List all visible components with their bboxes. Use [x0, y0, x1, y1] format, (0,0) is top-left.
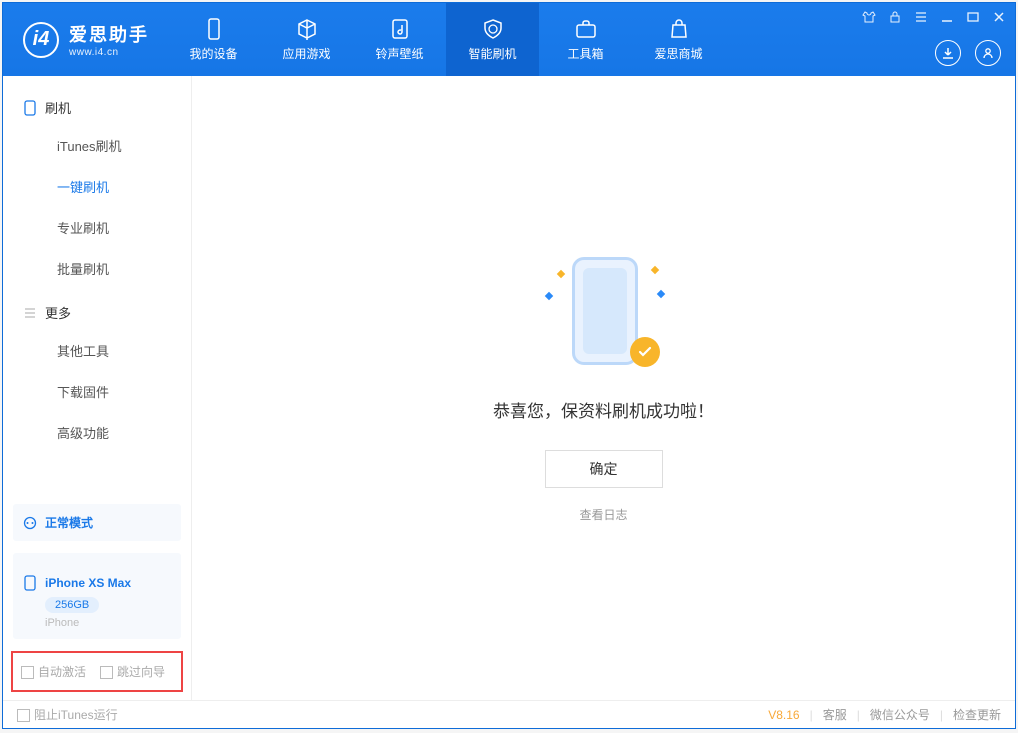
device-mode: 正常模式: [23, 514, 171, 531]
separator: |: [810, 708, 813, 722]
user-button[interactable]: [975, 40, 1001, 66]
device-name: iPhone XS Max: [45, 576, 131, 590]
group-title: 更多: [45, 303, 71, 322]
device-type: iPhone: [45, 617, 171, 629]
device-name-row: iPhone XS Max: [23, 575, 171, 591]
device-capacity: 256GB: [45, 597, 99, 613]
list-icon: [23, 306, 37, 320]
tab-store[interactable]: 爱思商城: [632, 3, 725, 76]
sparkle-icon: [544, 292, 552, 300]
tshirt-icon[interactable]: [861, 9, 877, 25]
checkbox-icon: [17, 709, 30, 722]
wechat-link[interactable]: 微信公众号: [870, 706, 930, 723]
top-tabs: 我的设备 应用游戏 铃声壁纸 智能刷机 工具箱 爱思商城: [167, 3, 725, 76]
logo-icon: i4: [23, 22, 59, 58]
tab-apps-games[interactable]: 应用游戏: [260, 3, 353, 76]
opt-label: 跳过向导: [117, 665, 165, 679]
device-mode-card[interactable]: 正常模式: [13, 504, 181, 541]
sync-icon: [23, 516, 37, 530]
phone-icon: [202, 17, 226, 41]
main-content: 恭喜您，保资料刷机成功啦！ 确定 查看日志: [192, 76, 1015, 700]
check-update-link[interactable]: 检查更新: [953, 706, 1001, 723]
tab-ringtone-wallpaper[interactable]: 铃声壁纸: [353, 3, 446, 76]
separator: |: [857, 708, 860, 722]
group-title: 刷机: [45, 98, 71, 117]
sparkle-icon: [656, 290, 664, 298]
tab-smart-flash[interactable]: 智能刷机: [446, 3, 539, 76]
app-window: i4 爱思助手 www.i4.cn 我的设备 应用游戏 铃声壁纸 智能刷机: [2, 2, 1016, 729]
sidebar-item-onekey-flash[interactable]: 一键刷机: [3, 166, 191, 207]
sidebar-item-advanced[interactable]: 高级功能: [3, 412, 191, 453]
tab-label: 工具箱: [567, 45, 603, 62]
tab-label: 爱思商城: [654, 45, 702, 62]
app-url: www.i4.cn: [69, 47, 149, 58]
status-bar: 阻止iTunes运行 V8.16 | 客服 | 微信公众号 | 检查更新: [3, 700, 1015, 728]
opt-label: 自动激活: [38, 665, 86, 679]
sidebar-item-download-firmware[interactable]: 下载固件: [3, 371, 191, 412]
sparkle-icon: [650, 266, 658, 274]
sidebar: 刷机 iTunes刷机 一键刷机 专业刷机 批量刷机 更多 其他工具 下载固件 …: [3, 76, 192, 700]
success-illustration: [544, 253, 664, 373]
music-file-icon: [388, 17, 412, 41]
version-label: V8.16: [768, 708, 799, 722]
sidebar-item-batch-flash[interactable]: 批量刷机: [3, 248, 191, 289]
mode-label: 正常模式: [45, 514, 93, 531]
header: i4 爱思助手 www.i4.cn 我的设备 应用游戏 铃声壁纸 智能刷机: [3, 3, 1015, 76]
body: 刷机 iTunes刷机 一键刷机 专业刷机 批量刷机 更多 其他工具 下载固件 …: [3, 76, 1015, 700]
bag-icon: [667, 17, 691, 41]
sidebar-group-flash: 刷机: [3, 84, 191, 125]
close-icon[interactable]: [991, 9, 1007, 25]
status-right: V8.16 | 客服 | 微信公众号 | 检查更新: [768, 706, 1001, 723]
skip-guide-checkbox[interactable]: 跳过向导: [100, 663, 165, 680]
phone-small-icon: [23, 575, 37, 591]
checkbox-icon: [21, 666, 34, 679]
bottom-options-highlight: 自动激活 跳过向导: [11, 651, 183, 692]
support-link[interactable]: 客服: [823, 706, 847, 723]
cube-icon: [295, 17, 319, 41]
logo-block: i4 爱思助手 www.i4.cn: [3, 3, 167, 76]
ok-button[interactable]: 确定: [545, 450, 663, 488]
block-itunes-checkbox[interactable]: 阻止iTunes运行: [17, 706, 118, 723]
success-message: 恭喜您，保资料刷机成功啦！: [493, 397, 714, 422]
maximize-icon[interactable]: [965, 9, 981, 25]
check-badge-icon: [630, 337, 660, 367]
tab-my-device[interactable]: 我的设备: [167, 3, 260, 76]
sidebar-item-pro-flash[interactable]: 专业刷机: [3, 207, 191, 248]
sidebar-scroll: 刷机 iTunes刷机 一键刷机 专业刷机 批量刷机 更多 其他工具 下载固件 …: [3, 76, 191, 498]
minimize-icon[interactable]: [939, 9, 955, 25]
toolbox-icon: [574, 17, 598, 41]
separator: |: [940, 708, 943, 722]
download-button[interactable]: [935, 40, 961, 66]
lock-icon[interactable]: [887, 9, 903, 25]
tab-label: 智能刷机: [468, 45, 516, 62]
tab-label: 我的设备: [189, 45, 237, 62]
device-info-card[interactable]: iPhone XS Max 256GB iPhone: [13, 553, 181, 639]
tab-toolbox[interactable]: 工具箱: [539, 3, 632, 76]
sparkle-icon: [556, 270, 564, 278]
device-icon: [23, 100, 37, 116]
menu-icon[interactable]: [913, 9, 929, 25]
tab-label: 应用游戏: [282, 45, 330, 62]
tab-label: 铃声壁纸: [375, 45, 423, 62]
sidebar-item-other-tools[interactable]: 其他工具: [3, 330, 191, 371]
phone-illustration-icon: [572, 257, 638, 365]
logo-text: 爱思助手 www.i4.cn: [69, 21, 149, 58]
sidebar-group-more: 更多: [3, 289, 191, 330]
app-name: 爱思助手: [69, 21, 149, 47]
view-log-link[interactable]: 查看日志: [579, 506, 627, 523]
block-itunes-label: 阻止iTunes运行: [34, 708, 118, 722]
refresh-shield-icon: [481, 17, 505, 41]
checkbox-icon: [100, 666, 113, 679]
sidebar-item-itunes-flash[interactable]: iTunes刷机: [3, 125, 191, 166]
auto-activate-checkbox[interactable]: 自动激活: [21, 663, 86, 680]
system-icons: [861, 9, 1007, 25]
header-right-actions: [935, 40, 1001, 66]
